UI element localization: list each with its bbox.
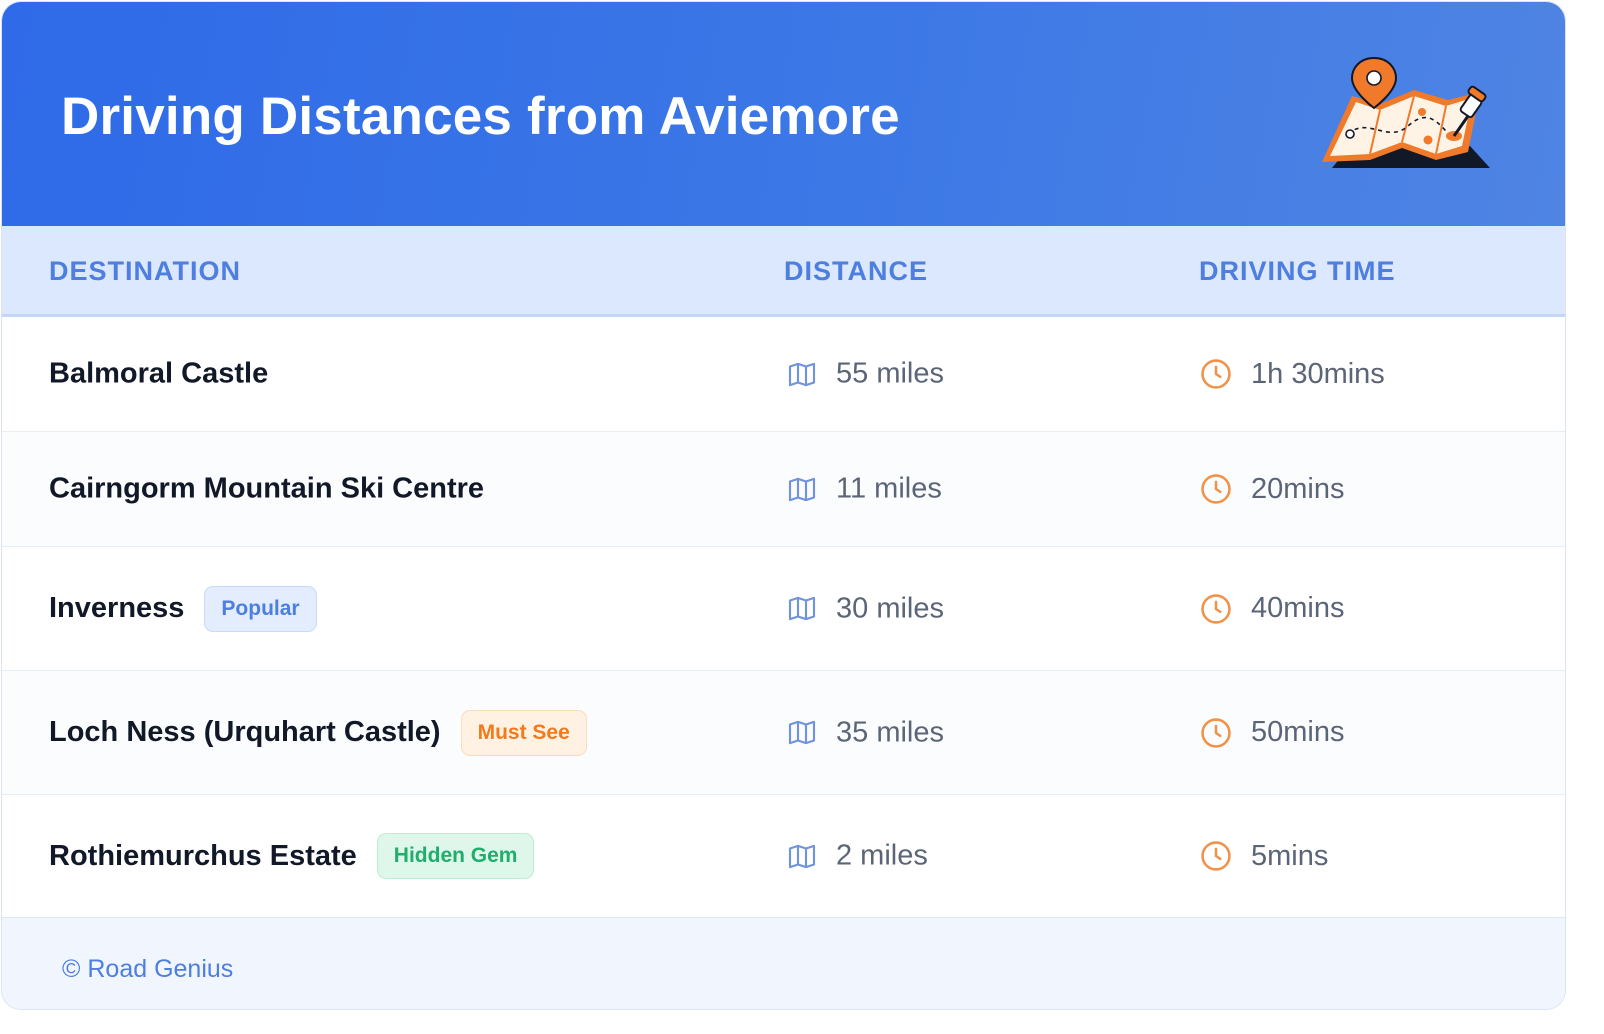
time-value: 40mins bbox=[1251, 592, 1345, 624]
time-cell: 40mins bbox=[1199, 592, 1345, 626]
destination-cell: Cairngorm Mountain Ski Centre bbox=[49, 473, 484, 506]
table-row: Loch Ness (Urquhart Castle) Must See 35 … bbox=[2, 671, 1565, 795]
table-row: Inverness Popular 30 miles 40mins bbox=[2, 547, 1565, 671]
column-header-driving-time: DRIVING TIME bbox=[1199, 256, 1396, 286]
clock-icon bbox=[1201, 841, 1231, 871]
destination-name: Balmoral Castle bbox=[49, 357, 269, 390]
time-value: 50mins bbox=[1251, 716, 1345, 748]
map-icon bbox=[788, 362, 816, 386]
clock-icon bbox=[1201, 474, 1231, 504]
footer-credit: © Road Genius bbox=[62, 955, 234, 983]
destination-name: Cairngorm Mountain Ski Centre bbox=[49, 472, 485, 505]
destination-name: Loch Ness (Urquhart Castle) bbox=[49, 716, 441, 748]
destination-cell: Loch Ness (Urquhart Castle) Must See bbox=[49, 709, 587, 756]
column-header-distance: DISTANCE bbox=[784, 256, 929, 286]
time-cell: 5mins bbox=[1199, 839, 1328, 873]
clock-icon bbox=[1201, 593, 1231, 624]
distance-value: 35 miles bbox=[836, 716, 944, 748]
map-icon bbox=[788, 844, 816, 868]
destination-name: Inverness bbox=[49, 592, 185, 624]
destination-name: Rothiemurchus Estate bbox=[49, 839, 357, 872]
hidden-gem-badge: Hidden Gem bbox=[376, 833, 535, 879]
column-header-destination: DESTINATION bbox=[49, 256, 241, 286]
distance-cell: 11 miles bbox=[786, 473, 942, 506]
map-icon bbox=[788, 477, 816, 501]
destination-cell: Inverness Popular bbox=[49, 585, 317, 632]
map-icon bbox=[788, 720, 816, 745]
popular-badge: Popular bbox=[204, 585, 317, 632]
distance-value: 55 miles bbox=[836, 357, 944, 390]
footer: © Road Genius bbox=[2, 917, 1565, 1009]
table-row: Cairngorm Mountain Ski Centre 11 miles 2… bbox=[2, 432, 1565, 547]
table-header: DESTINATION DISTANCE DRIVING TIME bbox=[2, 226, 1565, 317]
distance-card: Driving Distances from Aviemore DESTINAT… bbox=[1, 1, 1566, 1010]
distance-cell: 55 miles bbox=[786, 358, 944, 391]
map-with-pins-icon bbox=[1322, 56, 1490, 168]
distance-value: 2 miles bbox=[836, 839, 928, 872]
destination-cell: Balmoral Castle bbox=[49, 358, 268, 391]
destination-cell: Rothiemurchus Estate Hidden Gem bbox=[49, 833, 535, 879]
time-cell: 20mins bbox=[1199, 472, 1345, 506]
time-value: 5mins bbox=[1251, 839, 1329, 872]
table-row: Rothiemurchus Estate Hidden Gem 2 miles … bbox=[2, 795, 1565, 917]
time-value: 20mins bbox=[1251, 472, 1345, 505]
time-cell: 50mins bbox=[1199, 716, 1345, 750]
clock-icon bbox=[1201, 717, 1231, 748]
distance-cell: 2 miles bbox=[786, 840, 928, 873]
must-see-badge: Must See bbox=[460, 709, 587, 756]
clock-icon bbox=[1201, 359, 1231, 389]
distance-value: 30 miles bbox=[836, 592, 944, 624]
time-cell: 1h 30mins bbox=[1199, 357, 1385, 391]
table-row: Balmoral Castle 55 miles 1h 30mins bbox=[2, 317, 1565, 432]
distance-value: 11 miles bbox=[836, 472, 942, 505]
header: Driving Distances from Aviemore bbox=[2, 2, 1565, 226]
distance-cell: 35 miles bbox=[786, 716, 944, 749]
page-title: Driving Distances from Aviemore bbox=[61, 87, 900, 146]
map-icon bbox=[788, 596, 816, 621]
time-value: 1h 30mins bbox=[1251, 357, 1385, 390]
distance-cell: 30 miles bbox=[786, 592, 944, 625]
